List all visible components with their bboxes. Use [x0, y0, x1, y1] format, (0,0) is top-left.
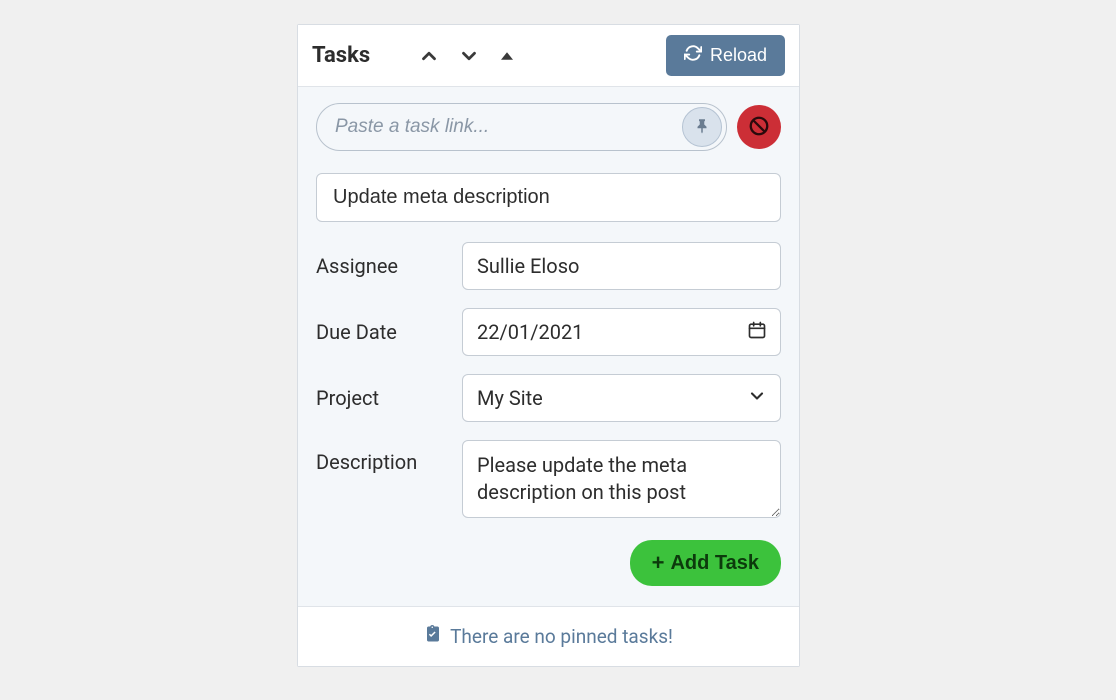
panel-body: Assignee Due Date Project My Site — [298, 87, 799, 606]
assignee-label: Assignee — [316, 254, 448, 278]
due-date-row: Due Date — [316, 308, 781, 356]
pin-button[interactable] — [682, 107, 722, 147]
add-task-label: Add Task — [670, 552, 759, 575]
clipboard-icon — [424, 625, 442, 648]
project-select[interactable]: My Site — [462, 374, 781, 422]
task-link-input-wrap — [316, 103, 727, 151]
due-date-label: Due Date — [316, 320, 448, 344]
add-task-row: + Add Task — [316, 540, 781, 606]
reload-button[interactable]: Reload — [666, 35, 785, 76]
assignee-row: Assignee — [316, 242, 781, 290]
task-link-row — [316, 103, 781, 151]
description-textarea[interactable] — [462, 440, 781, 518]
empty-pinned-message: There are no pinned tasks! — [450, 625, 673, 648]
collapse-icon[interactable] — [498, 47, 516, 65]
add-task-button[interactable]: + Add Task — [630, 540, 781, 586]
pin-icon — [693, 117, 711, 138]
reload-icon — [684, 44, 702, 67]
task-link-input[interactable] — [335, 116, 682, 138]
panel-footer: There are no pinned tasks! — [298, 606, 799, 666]
assignee-input[interactable] — [462, 242, 781, 290]
description-row: Description — [316, 440, 781, 522]
project-row: Project My Site — [316, 374, 781, 422]
task-title-input[interactable] — [316, 173, 781, 222]
project-label: Project — [316, 386, 448, 410]
tasks-panel: Tasks Reload — [297, 24, 800, 667]
panel-title: Tasks — [312, 43, 370, 68]
chevron-up-icon[interactable] — [418, 45, 440, 67]
cancel-icon — [748, 115, 770, 140]
reload-label: Reload — [710, 45, 767, 66]
chevron-down-icon[interactable] — [458, 45, 480, 67]
panel-nav-arrows — [418, 45, 658, 67]
due-date-input[interactable] — [462, 308, 781, 356]
panel-header: Tasks Reload — [298, 25, 799, 87]
plus-icon: + — [652, 550, 665, 576]
cancel-button[interactable] — [737, 105, 781, 149]
description-label: Description — [316, 440, 448, 474]
